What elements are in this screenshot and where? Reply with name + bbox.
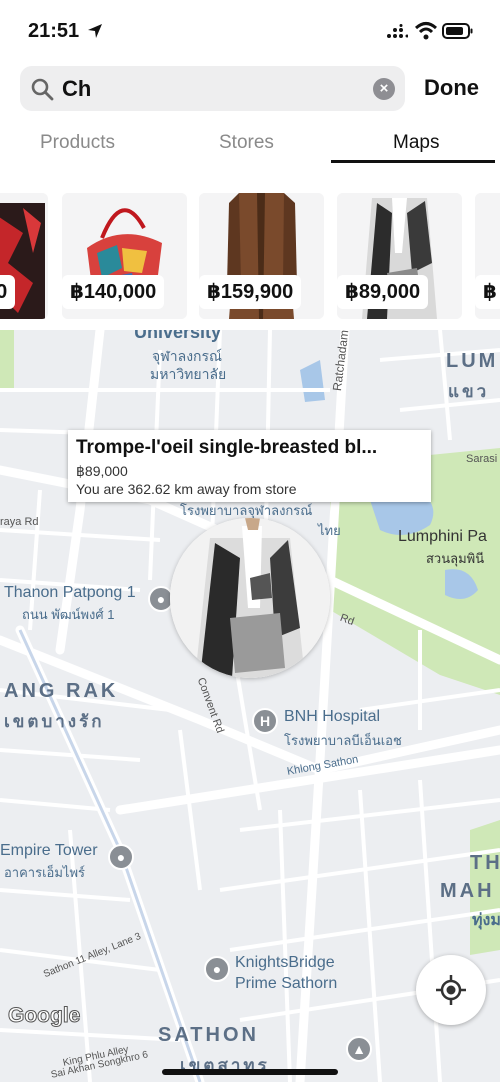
product-card[interactable]: ฿	[475, 193, 500, 319]
map-label-patpong: Thanon Patpong 1	[4, 584, 136, 601]
map-label-knightsbridge: KnightsBridge	[235, 954, 335, 971]
product-card[interactable]: ฿159,900	[199, 193, 324, 319]
product-card[interactable]: 00	[0, 193, 48, 319]
active-tab-indicator	[331, 160, 495, 163]
callout-distance: You are 362.62 km away from store	[76, 481, 297, 497]
map-label-hospital-th-2: ไทย	[318, 523, 341, 538]
map-label-bang-rak-th: เขตบางรัก	[4, 712, 105, 731]
map-label-empire-th: อาคารเอ็มไพร์	[4, 865, 85, 880]
tab-bar: Products Stores Maps	[0, 120, 500, 166]
map-label-bang-rak: ANG RAK	[4, 680, 119, 702]
product-marker-image	[170, 518, 330, 678]
map-label-sathon: SATHON	[158, 1024, 259, 1046]
status-bar: 21:51	[0, 0, 500, 60]
product-map-marker[interactable]	[170, 518, 330, 678]
product-price: ฿89,000	[337, 275, 429, 309]
product-price: ฿140,000	[62, 275, 165, 309]
map-label-chula-th-2: มหาวิทยาลัย	[150, 366, 227, 382]
map-label-empire: Empire Tower	[0, 842, 98, 859]
product-price: 00	[0, 275, 16, 309]
map-pin-icon[interactable]: ●	[108, 844, 134, 870]
map-label-university: University	[134, 330, 222, 342]
home-indicator	[162, 1069, 338, 1075]
my-location-button[interactable]	[416, 955, 486, 1025]
search-row: Ch × Done	[0, 60, 500, 120]
map-label-mah: MAH	[440, 880, 495, 902]
map-pin-icon[interactable]: ●	[204, 956, 230, 982]
tab-maps[interactable]: Maps	[393, 132, 439, 154]
map-label-th: TH	[470, 852, 500, 874]
map-label-bnh-th: โรงพยาบาลบีเอ็นเอช	[284, 733, 402, 748]
search-icon	[31, 78, 54, 101]
callout-price: ฿89,000	[76, 463, 128, 479]
location-arrow-icon	[88, 24, 102, 38]
tab-stores[interactable]: Stores	[219, 132, 274, 154]
map-label-lumphini-park: Lumphini Pa	[398, 528, 487, 545]
cellular-signal-icon	[387, 24, 408, 38]
crosshair-icon	[436, 975, 466, 1005]
clear-search-icon[interactable]: ×	[373, 78, 395, 100]
tab-products[interactable]: Products	[40, 132, 115, 154]
product-card[interactable]: ฿140,000	[62, 193, 187, 319]
product-carousel[interactable]: 00 ฿140,000 ฿159,900	[0, 190, 500, 322]
school-pin-icon[interactable]: ▲	[346, 1036, 372, 1062]
map-label-surawong: raya Rd	[0, 516, 39, 528]
map-label-thung-th: ทุ่งม	[472, 912, 500, 929]
map-label-patpong-th: ถนน พัฒน์พงศ์ 1	[22, 607, 115, 622]
product-callout[interactable]: Trompe-l'oeil single-breasted bl... ฿89,…	[68, 430, 431, 502]
hospital-pin-icon[interactable]: H	[252, 708, 278, 734]
product-price: ฿	[475, 275, 500, 309]
map-label-lumphini-area: LUM	[446, 350, 499, 372]
callout-title: Trompe-l'oeil single-breasted bl...	[76, 437, 378, 458]
map-label-lumphini-area-th: แขว	[448, 382, 490, 401]
clock: 21:51	[28, 20, 80, 42]
wifi-icon	[414, 22, 438, 40]
search-query: Ch	[62, 76, 92, 101]
map-label-sarasin: Sarasi	[466, 453, 498, 465]
map-label-knightsbridge-2: Prime Sathorn	[235, 975, 338, 992]
map-label-bnh: BNH Hospital	[284, 708, 381, 725]
product-card[interactable]: ฿89,000	[337, 193, 462, 319]
map-label-lumphini-park-th: สวนลุมพินี	[426, 551, 485, 566]
search-input[interactable]: Ch ×	[20, 66, 405, 111]
battery-icon	[442, 23, 473, 39]
google-logo: Google	[7, 1004, 81, 1028]
done-button[interactable]: Done	[424, 75, 479, 101]
product-price: ฿159,900	[199, 275, 302, 309]
